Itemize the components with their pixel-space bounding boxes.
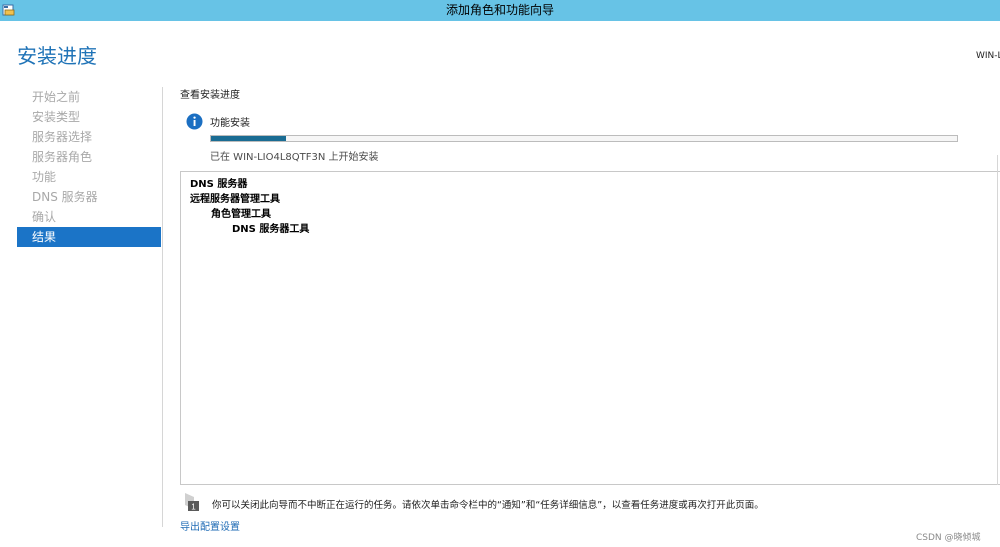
window-edge-divider — [997, 155, 998, 485]
result-tree-item: 远程服务器管理工具 — [190, 194, 280, 205]
sidebar-item[interactable]: 结果 — [17, 227, 161, 247]
content-heading: 查看安装进度 — [180, 90, 240, 101]
page-title: 安装进度 — [17, 44, 97, 68]
wizard-steps-nav: 开始之前 安装类型 服务器选择 服务器角色 功能 DNS 服务器 确认 结果 — [17, 87, 161, 247]
sidebar-item[interactable]: 服务器角色 — [17, 147, 161, 167]
install-progress-fill — [211, 136, 286, 141]
sidebar-item[interactable]: 确认 — [17, 207, 161, 227]
info-icon — [186, 113, 203, 130]
results-list[interactable]: DNS 服务器远程服务器管理工具角色管理工具 DNS 服务器工具 — [180, 171, 1000, 485]
install-progress-bar — [210, 135, 958, 142]
page-header: 安装进度 WIN-L — [0, 21, 1000, 85]
destination-server-name: WIN-L — [976, 51, 1000, 61]
window-title: 添加角色和功能向导 — [445, 3, 554, 17]
sidebar-item[interactable]: 服务器选择 — [17, 127, 161, 147]
sidebar-divider — [162, 87, 163, 527]
result-tree-item: 角色管理工具 — [211, 209, 271, 220]
sidebar-item[interactable]: 功能 — [17, 167, 161, 187]
sidebar-item[interactable]: 开始之前 — [17, 87, 161, 107]
title-bar: 添加角色和功能向导 — [0, 0, 1000, 21]
svg-text:1: 1 — [191, 503, 196, 512]
watermark: CSDN @晓倾城 — [916, 533, 981, 543]
background-task-note: 你可以关闭此向导而不中断正在运行的任务。请依次单击命令栏中的“通知”和“任务详细… — [212, 500, 764, 511]
flag-icon: 1 — [185, 493, 199, 512]
result-tree-item: DNS 服务器 — [190, 179, 248, 190]
result-tree-item: DNS 服务器工具 — [232, 224, 310, 235]
export-configuration-link[interactable]: 导出配置设置 — [180, 518, 240, 533]
sidebar-item[interactable]: 安装类型 — [17, 107, 161, 127]
feature-install-label: 功能安装 — [210, 118, 250, 129]
install-status-text: 已在 WIN-LIO4L8QTF3N 上开始安装 — [210, 152, 379, 163]
sidebar-item[interactable]: DNS 服务器 — [17, 187, 161, 207]
